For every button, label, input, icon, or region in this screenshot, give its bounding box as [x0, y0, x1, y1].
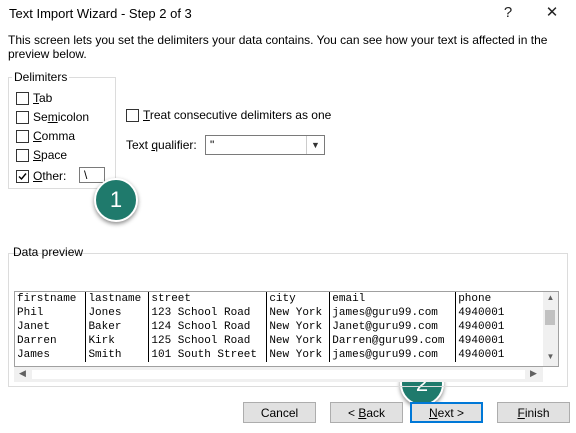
table-cell: 4940001 [455, 348, 544, 362]
tab-label: Tab [33, 91, 53, 105]
checkmark-icon [18, 173, 27, 181]
table-cell: 4940001 [455, 320, 544, 334]
semicolon-label: Semicolon [33, 110, 90, 124]
consecutive-delimiters-checkbox[interactable] [126, 109, 139, 122]
table-cell: Janet@guru99.com [329, 320, 457, 334]
data-preview-label: Data preview [13, 245, 84, 259]
table-cell: Darren@guru99.com [329, 334, 457, 348]
annotation-badge-1: 1 [94, 178, 138, 222]
text-qualifier-select[interactable]: " ▼ [205, 135, 325, 155]
table-cell: james@guru99.com [329, 348, 457, 362]
finish-button[interactable]: Finish [497, 402, 570, 423]
text-qualifier-value: " [210, 138, 215, 152]
table-cell: firstname [15, 292, 87, 306]
table-cell: 4940001 [455, 306, 544, 320]
next-button[interactable]: Next > [410, 402, 483, 423]
other-delimiter-input[interactable] [79, 167, 105, 183]
horizontal-scrollbar[interactable]: ◀ ▶ [14, 367, 543, 382]
scroll-down-icon[interactable]: ▼ [543, 352, 558, 361]
help-button[interactable]: ? [490, 1, 526, 25]
table-row: Janet Baker 124 School Road New York Janet@g… [15, 320, 544, 334]
table-cell: New York [266, 306, 331, 320]
scroll-up-icon[interactable]: ▲ [543, 293, 558, 302]
table-cell: James [15, 348, 87, 362]
consecutive-delimiters-label: Treat consecutive delimiters as one [143, 108, 332, 122]
instructions-text: This screen lets you set the delimiters … [8, 33, 548, 61]
chevron-down-icon[interactable]: ▼ [306, 136, 324, 154]
scroll-left-icon[interactable]: ◀ [19, 368, 26, 379]
tab-checkbox[interactable] [16, 92, 29, 105]
table-cell: 101 South Street [148, 348, 268, 362]
other-label: Other: [33, 169, 67, 183]
text-qualifier-label: Text qualifier: [126, 138, 197, 152]
cancel-button[interactable]: Cancel [243, 402, 316, 423]
table-row: James Smith 101 South Street New York james@… [15, 348, 544, 362]
table-row: Darren Kirk 125 School Road New York Darren@… [15, 334, 544, 348]
delimiters-group-label: Delimiters [12, 70, 70, 84]
comma-label: Comma [33, 129, 76, 143]
space-label: Space [33, 148, 68, 162]
table-cell: Baker [85, 320, 150, 334]
back-button[interactable]: < Back [330, 402, 403, 423]
table-row: Phil Jones 123 School Road New York james@gu… [15, 306, 544, 320]
table-cell: 124 School Road [148, 320, 268, 334]
table-cell: phone [455, 292, 544, 306]
table-cell: Phil [15, 306, 87, 320]
table-cell: 125 School Road [148, 334, 268, 348]
horizontal-scroll-thumb[interactable] [32, 370, 525, 379]
table-cell: New York [266, 320, 331, 334]
table-cell: New York [266, 334, 331, 348]
table-cell: Jones [85, 306, 150, 320]
data-preview-grid[interactable]: firstname lastname street city email phone Phi… [14, 291, 545, 367]
space-checkbox[interactable] [16, 149, 29, 162]
close-button[interactable]: ✕ [534, 1, 570, 25]
comma-checkbox[interactable] [16, 130, 29, 143]
table-cell: street [148, 292, 268, 306]
scroll-right-icon[interactable]: ▶ [530, 368, 537, 379]
semicolon-checkbox[interactable] [16, 111, 29, 124]
window-title: Text Import Wizard - Step 2 of 3 [9, 6, 192, 21]
table-cell: Darren [15, 334, 87, 348]
other-checkbox[interactable] [16, 170, 29, 183]
vertical-scrollbar[interactable]: ▲ ▼ [543, 291, 559, 367]
title-bar: Text Import Wizard - Step 2 of 3 ? ✕ [0, 0, 576, 28]
vertical-scroll-thumb[interactable] [545, 310, 555, 325]
table-cell: 123 School Road [148, 306, 268, 320]
table-cell: Kirk [85, 334, 150, 348]
table-cell: lastname [85, 292, 150, 306]
table-cell: city [266, 292, 331, 306]
table-cell: 4940001 [455, 334, 544, 348]
preview-table: firstname lastname street city email phone Phi… [15, 292, 544, 362]
table-cell: Smith [85, 348, 150, 362]
table-cell: email [329, 292, 457, 306]
table-cell: New York [266, 348, 331, 362]
table-cell: Janet [15, 320, 87, 334]
table-cell: james@guru99.com [329, 306, 457, 320]
preview-header-row: firstname lastname street city email phone [15, 292, 544, 306]
